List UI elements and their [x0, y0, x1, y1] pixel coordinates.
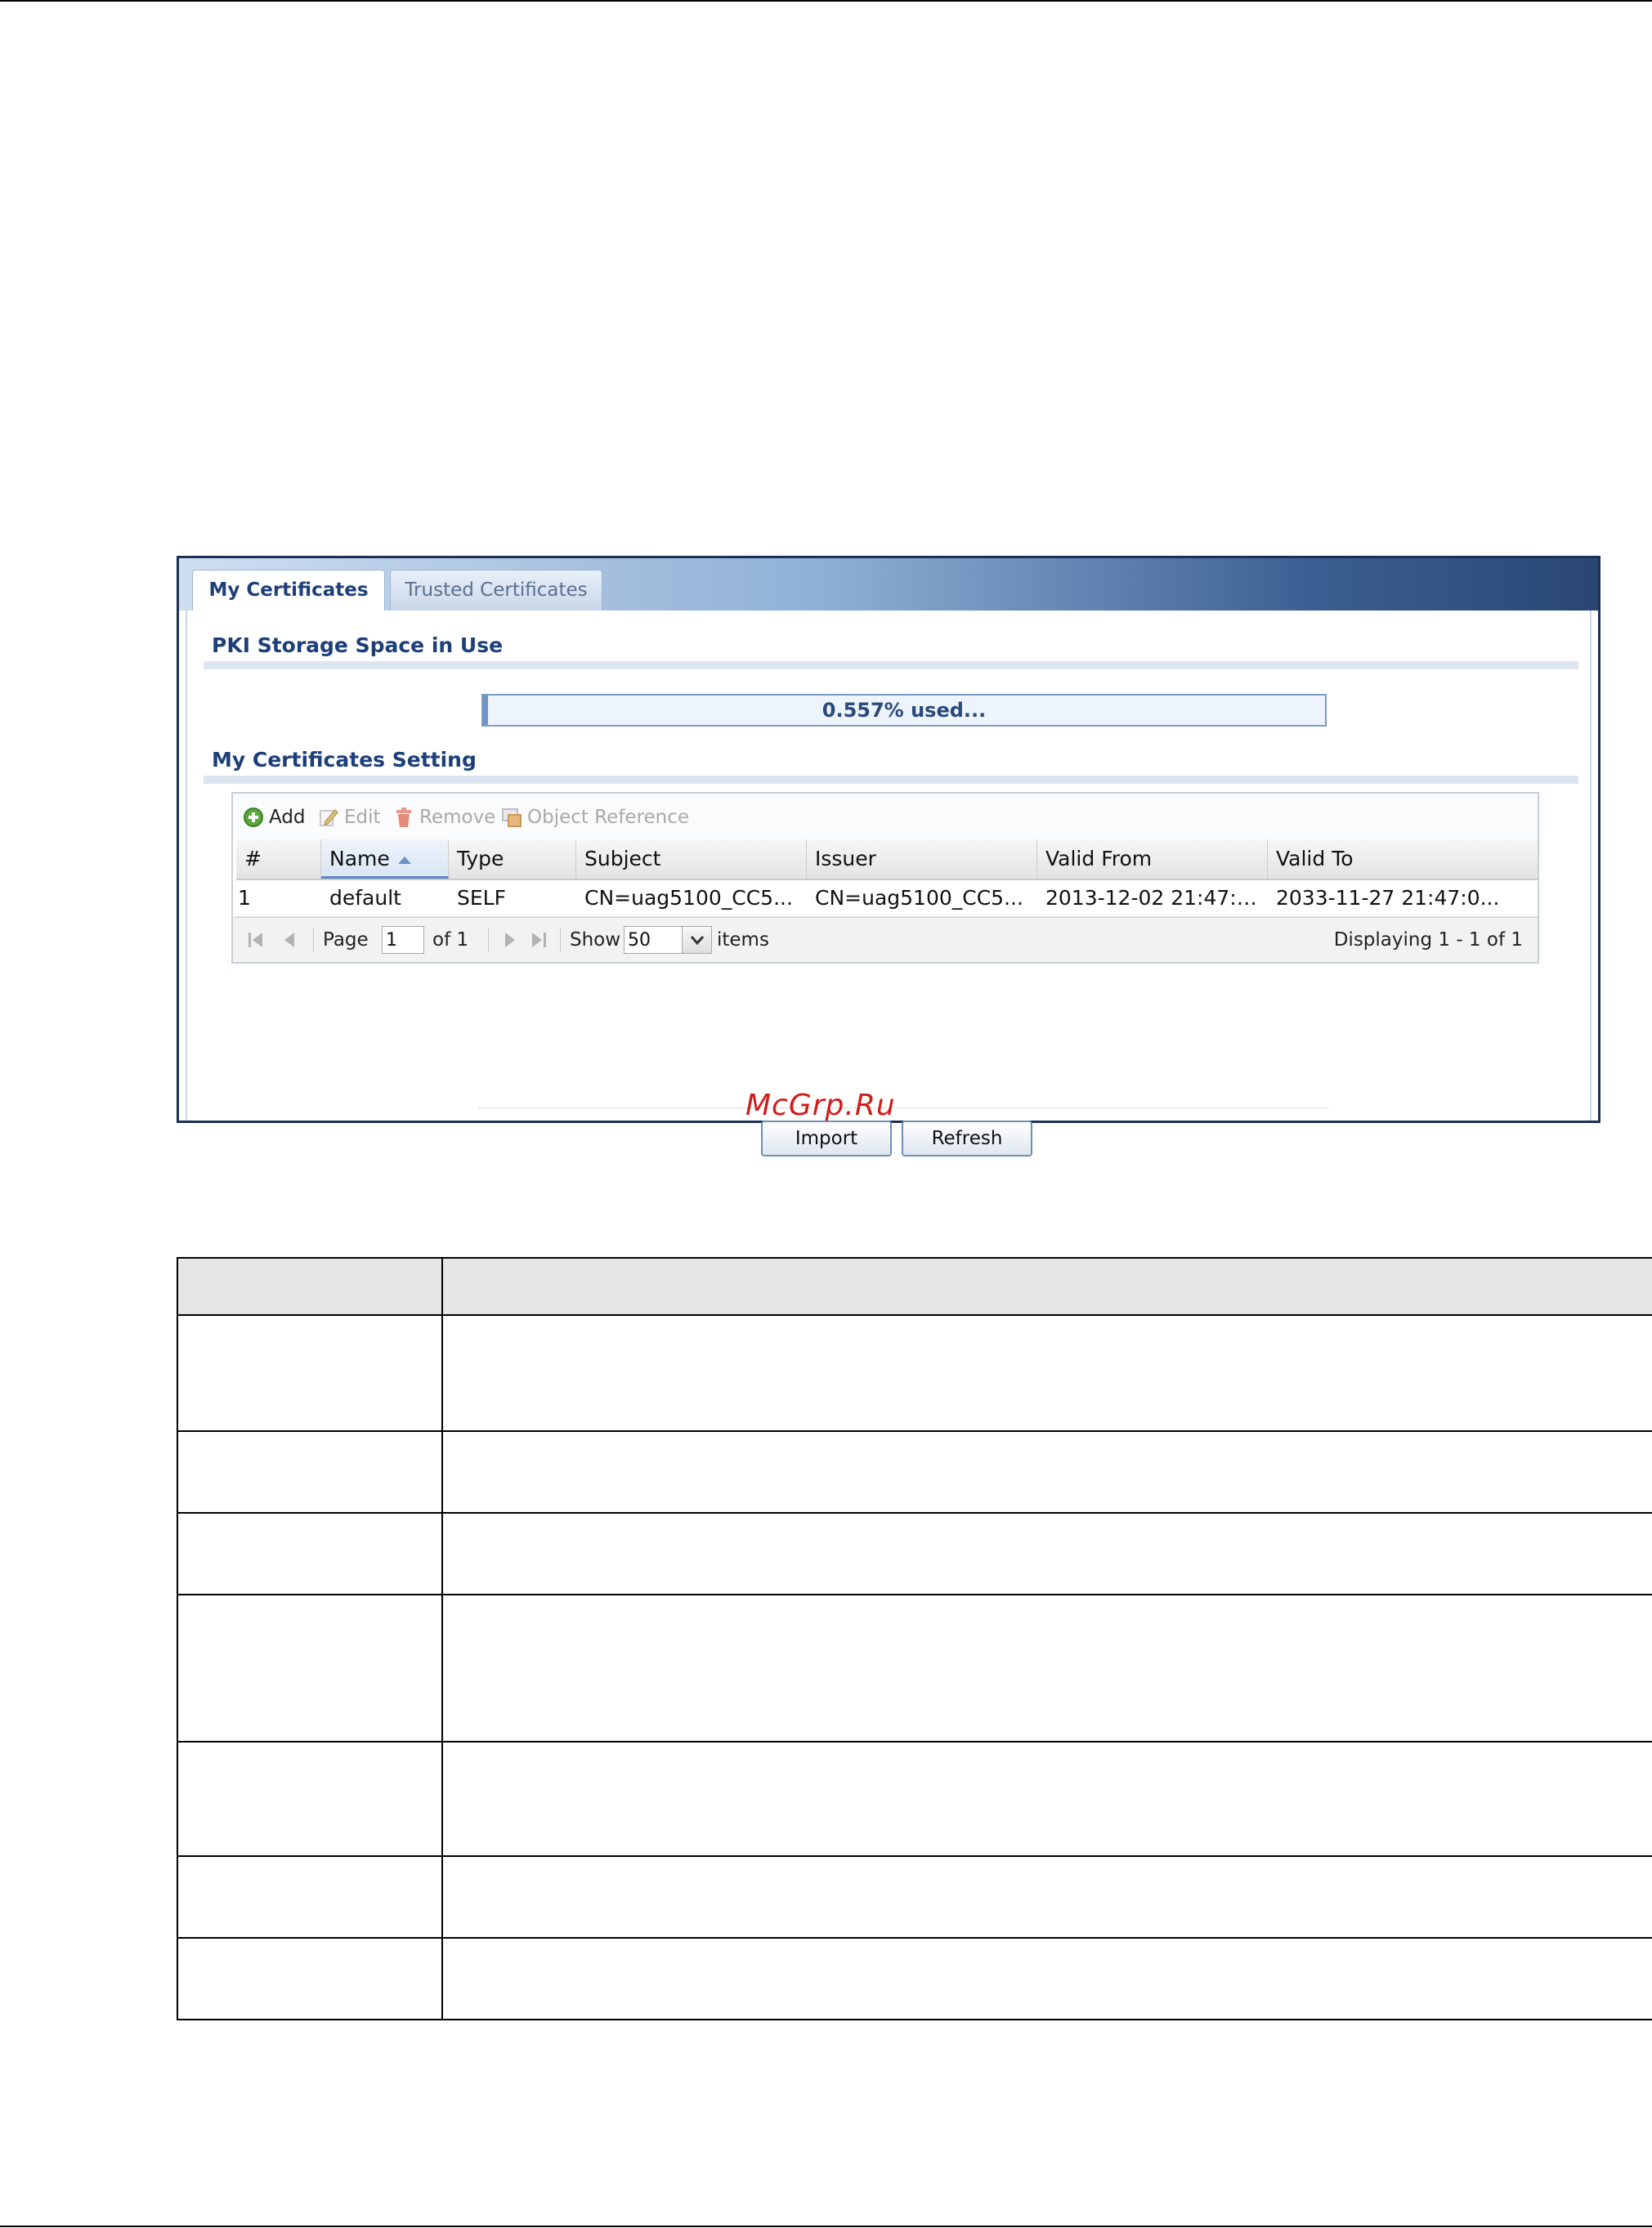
page-size-select[interactable]: [624, 926, 683, 954]
column-header-type[interactable]: Type: [449, 839, 576, 879]
previous-page-icon[interactable]: [280, 930, 300, 950]
cell-valid-from: 2013-12-02 21:47:0...: [1045, 886, 1268, 910]
column-header-issuer[interactable]: Issuer: [807, 839, 1037, 879]
edit-button[interactable]: Edit: [318, 805, 383, 830]
import-button[interactable]: Import: [761, 1121, 892, 1157]
grid-toolbar: Add Edit Remove Object Reference: [233, 794, 1538, 839]
settings-rule: [204, 776, 1578, 784]
add-icon: [243, 807, 264, 828]
watermark: McGrp.Ru: [745, 1089, 896, 1122]
table-header-cell: [441, 1257, 1652, 1316]
remove-button[interactable]: Remove: [393, 805, 495, 830]
cell-subject: CN=uag5100_CC5...: [584, 886, 793, 910]
last-page-icon[interactable]: [529, 930, 548, 950]
my-certificates-setting-title: My Certificates Setting: [212, 748, 477, 772]
column-header-number[interactable]: #: [236, 839, 321, 879]
page-top-rule: [0, 0, 1652, 2]
certificates-window: My Certificates Trusted Certificates PKI…: [177, 556, 1601, 1157]
table-row[interactable]: 1 default SELF CN=uag5100_CC5... CN=uag5…: [236, 880, 1538, 917]
page-bottom-rule: [0, 2226, 1652, 2227]
items-label: items: [717, 929, 769, 951]
table-row: [177, 1855, 1652, 1939]
page-of-label: of 1: [432, 929, 469, 951]
trash-icon: [393, 807, 414, 828]
object-reference-button[interactable]: Object Reference: [501, 805, 689, 830]
next-page-icon[interactable]: [499, 930, 519, 950]
tab-bar: My Certificates Trusted Certificates: [179, 558, 1598, 611]
tab-trusted-certificates[interactable]: Trusted Certificates: [390, 570, 602, 611]
first-page-icon[interactable]: [246, 930, 266, 950]
column-header-valid-to[interactable]: Valid To: [1268, 839, 1538, 879]
pager-separator: [488, 928, 489, 952]
certificates-grid: Add Edit Remove Object Reference # Name …: [231, 792, 1539, 964]
table-row: [177, 1741, 1652, 1857]
table-row: [177, 1512, 1652, 1595]
object-reference-icon: [501, 807, 522, 828]
cell-number: 1: [238, 886, 251, 910]
storage-progress-text: 0.557% used...: [822, 699, 987, 722]
column-header-name[interactable]: Name: [321, 839, 449, 879]
table-row: [177, 1594, 1652, 1743]
displaying-count: Displaying 1 - 1 of 1: [1333, 929, 1523, 951]
page-number-input[interactable]: [382, 926, 424, 954]
pki-storage-rule: [204, 661, 1578, 669]
pager-separator: [313, 928, 314, 952]
cell-type: SELF: [457, 886, 506, 910]
tab-my-certificates[interactable]: My Certificates: [192, 570, 385, 611]
pager-separator: [560, 928, 561, 952]
tab-content: PKI Storage Space in Use 0.557% used... …: [186, 611, 1592, 1157]
grid-pager: Page of 1 Show items Displaying 1 - 1 of…: [233, 917, 1538, 962]
column-header-subject[interactable]: Subject: [576, 839, 807, 879]
grid-header: # Name Type Subject Issuer Valid From Va…: [236, 839, 1538, 880]
cell-issuer: CN=uag5100_CC5...: [815, 886, 1023, 910]
edit-icon: [318, 807, 339, 828]
column-header-valid-from[interactable]: Valid From: [1037, 839, 1268, 879]
add-button[interactable]: Add: [243, 805, 308, 830]
refresh-button[interactable]: Refresh: [902, 1121, 1032, 1157]
cell-valid-to: 2033-11-27 21:47:0...: [1276, 886, 1500, 910]
table-row: [177, 1430, 1652, 1514]
table-row: [177, 1314, 1652, 1432]
storage-progress-bar: 0.557% used...: [481, 694, 1327, 727]
table-header-cell: [177, 1257, 443, 1316]
pki-storage-title: PKI Storage Space in Use: [212, 633, 504, 657]
table-row: [177, 1937, 1652, 2020]
show-label: Show: [570, 929, 621, 951]
cell-name: default: [329, 886, 401, 910]
description-table: [177, 1257, 1652, 2020]
table-header-row: [177, 1257, 1652, 1316]
buttons-divider: [478, 1107, 1328, 1108]
sort-ascending-icon: [397, 856, 411, 864]
chevron-down-icon[interactable]: [683, 926, 712, 954]
page-label: Page: [323, 929, 369, 951]
